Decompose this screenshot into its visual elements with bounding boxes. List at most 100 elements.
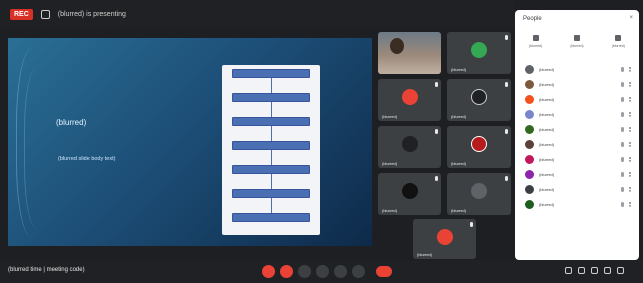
- participant-name: (blurred): [451, 114, 467, 119]
- participant-row[interactable]: (blurred): [515, 182, 639, 197]
- participant-name: (blurred): [539, 157, 555, 162]
- participant-tile[interactable]: (blurred): [378, 79, 441, 121]
- mic-icon[interactable]: [621, 82, 624, 87]
- top-bar: REC (blurred) is presenting: [0, 0, 515, 28]
- panel-action-label: (blurred): [611, 44, 625, 48]
- participant-name: (blurred): [539, 67, 555, 72]
- flow-connector: [270, 78, 272, 93]
- participant-tile[interactable]: (blurred): [378, 173, 441, 215]
- slide-decoration: [24, 68, 54, 228]
- more-icon[interactable]: [629, 187, 631, 192]
- participant-tile[interactable]: (blurred): [447, 173, 511, 215]
- participant-row[interactable]: (blurred): [515, 62, 639, 77]
- mic-icon[interactable]: [621, 112, 624, 117]
- more-icon[interactable]: [629, 127, 631, 132]
- captions-button[interactable]: [298, 265, 311, 278]
- more-icon[interactable]: [629, 202, 631, 207]
- participant-avatar: [471, 89, 487, 105]
- more-icon[interactable]: [629, 67, 631, 72]
- more-icon[interactable]: [629, 112, 631, 117]
- participant-list: (blurred) (blurred) (blurred) (blurred) …: [515, 62, 639, 212]
- more-options-button[interactable]: [352, 265, 365, 278]
- participant-tile[interactable]: (blurred): [378, 126, 441, 168]
- mic-toggle-button[interactable]: [262, 265, 275, 278]
- host-controls-icon: [573, 35, 580, 41]
- participant-row[interactable]: (blurred): [515, 197, 639, 212]
- mic-icon: [505, 129, 508, 134]
- raise-hand-button[interactable]: [316, 265, 329, 278]
- participant-row[interactable]: (blurred): [515, 92, 639, 107]
- more-icon[interactable]: [629, 97, 631, 102]
- participant-name: (blurred): [539, 142, 555, 147]
- more-icon[interactable]: [629, 157, 631, 162]
- mic-icon: [505, 82, 508, 87]
- participant-tile[interactable]: (blurred): [413, 219, 476, 259]
- presentation-stage: (blurred) (blurred slide body text): [8, 38, 372, 246]
- flow-step: [232, 69, 310, 78]
- mic-icon: [435, 129, 438, 134]
- panel-action[interactable]: (blurred): [521, 35, 551, 59]
- participant-name: (blurred): [417, 252, 433, 257]
- leave-call-button[interactable]: [376, 266, 392, 277]
- mic-icon[interactable]: [621, 157, 624, 162]
- flowchart: [222, 65, 320, 235]
- participant-tile[interactable]: (blurred): [447, 126, 511, 168]
- mic-icon[interactable]: [621, 187, 624, 192]
- info-icon[interactable]: [565, 267, 572, 274]
- participant-row[interactable]: (blurred): [515, 152, 639, 167]
- participant-tile-video[interactable]: [378, 32, 441, 74]
- mic-icon[interactable]: [621, 202, 624, 207]
- participant-row[interactable]: (blurred): [515, 77, 639, 92]
- mic-icon[interactable]: [621, 172, 624, 177]
- mic-icon[interactable]: [621, 142, 624, 147]
- participant-name: (blurred): [539, 202, 555, 207]
- panel-action[interactable]: (blurred): [603, 35, 633, 59]
- breakout-rooms-icon: [615, 35, 622, 41]
- chat-icon[interactable]: [591, 267, 598, 274]
- participant-name: (blurred): [539, 112, 555, 117]
- mic-icon: [505, 35, 508, 40]
- participant-name: (blurred): [539, 97, 555, 102]
- participant-tile[interactable]: (blurred): [447, 32, 511, 74]
- mic-icon[interactable]: [621, 127, 624, 132]
- camera-toggle-button[interactable]: [280, 265, 293, 278]
- flow-step: [232, 117, 310, 126]
- panel-title: People: [523, 16, 542, 22]
- participant-name: (blurred): [451, 161, 467, 166]
- panel-action[interactable]: (blurred): [562, 35, 592, 59]
- participant-name: (blurred): [451, 208, 467, 213]
- people-icon[interactable]: [578, 267, 585, 274]
- flow-connector: [270, 102, 272, 117]
- participant-avatar: [471, 183, 487, 199]
- activities-icon[interactable]: [604, 267, 611, 274]
- slide-body: (blurred slide body text): [58, 156, 116, 162]
- participant-tile[interactable]: (blurred): [447, 79, 511, 121]
- more-icon[interactable]: [629, 82, 631, 87]
- present-button[interactable]: [334, 265, 347, 278]
- more-icon[interactable]: [629, 172, 631, 177]
- more-icon[interactable]: [629, 142, 631, 147]
- flow-step: [232, 141, 310, 150]
- participant-name: (blurred): [539, 187, 555, 192]
- participant-row[interactable]: (blurred): [515, 122, 639, 137]
- avatar: [525, 140, 534, 149]
- participant-row[interactable]: (blurred): [515, 137, 639, 152]
- participant-name: (blurred): [539, 127, 555, 132]
- participant-row[interactable]: (blurred): [515, 167, 639, 182]
- panel-actions: (blurred) (blurred) (blurred): [515, 35, 639, 59]
- mic-icon[interactable]: [621, 97, 624, 102]
- bottom-bar: (blurred time | meeting code): [0, 260, 643, 283]
- participant-name: (blurred): [382, 208, 398, 213]
- participant-name: (blurred): [382, 161, 398, 166]
- lock-icon[interactable]: [617, 267, 624, 274]
- participant-row[interactable]: (blurred): [515, 107, 639, 122]
- mic-icon: [435, 82, 438, 87]
- avatar: [525, 170, 534, 179]
- avatar: [525, 65, 534, 74]
- mic-icon: [470, 222, 473, 227]
- close-icon[interactable]: ×: [629, 15, 633, 21]
- people-panel: People × (blurred) (blurred) (blurred) (…: [515, 10, 639, 260]
- avatar: [525, 110, 534, 119]
- mic-icon[interactable]: [621, 67, 624, 72]
- avatar: [525, 155, 534, 164]
